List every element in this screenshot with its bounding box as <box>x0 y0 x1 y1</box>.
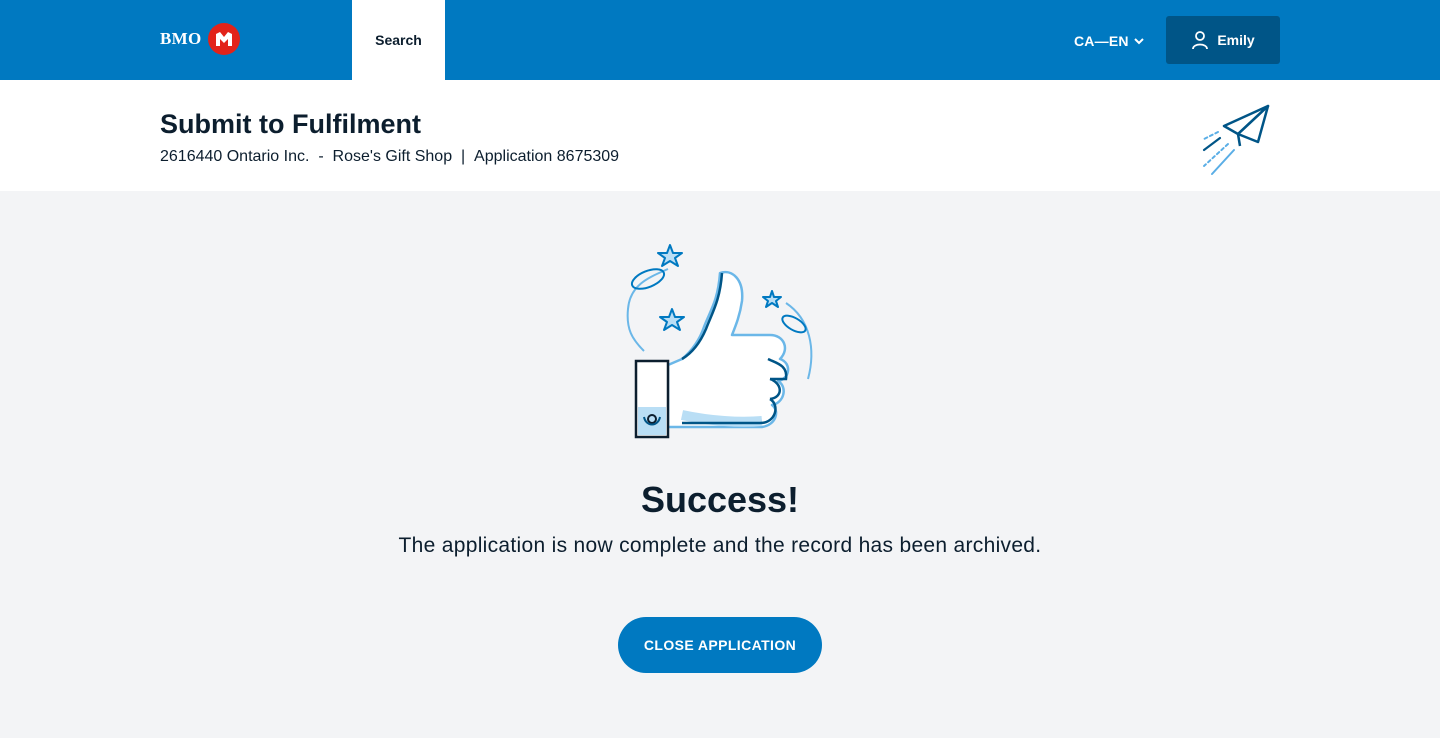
company-name: 2616440 Ontario Inc. <box>160 148 310 165</box>
success-heading: Success! <box>640 479 800 520</box>
bmo-logo[interactable]: BMO <box>160 22 240 56</box>
language-label: CA—EN <box>1074 33 1129 49</box>
user-menu-button[interactable]: Emily <box>1166 16 1280 64</box>
chevron-down-icon <box>1133 38 1144 45</box>
language-selector[interactable]: CA—EN <box>1074 33 1145 49</box>
page-header: Submit to Fulfilment 2616440 Ontario Inc… <box>0 80 1440 191</box>
separator: - <box>309 148 333 165</box>
separator: | <box>452 148 475 165</box>
main-content: Success! The application is now complete… <box>0 191 1440 738</box>
user-icon <box>1192 31 1209 50</box>
application-breadcrumb: 2616440 Ontario Inc. - Rose's Gift Shop … <box>160 148 619 166</box>
close-application-button[interactable]: CLOSE APPLICATION <box>618 617 822 673</box>
application-number: Application 8675309 <box>474 148 620 165</box>
paper-plane-icon <box>1201 104 1270 175</box>
success-message: The application is now complete and the … <box>398 534 1042 557</box>
thumbs-up-illustration <box>626 244 813 439</box>
bmo-roundel-icon <box>207 23 240 55</box>
user-name: Emily <box>1217 32 1255 48</box>
logo-text: BMO <box>160 29 202 48</box>
store-name: Rose's Gift Shop <box>332 148 453 165</box>
nav-tab-search[interactable]: Search <box>352 0 445 80</box>
top-navigation-bar: BMO Search CA—EN Emily <box>0 0 1440 80</box>
page-title: Submit to Fulfilment <box>160 109 421 139</box>
